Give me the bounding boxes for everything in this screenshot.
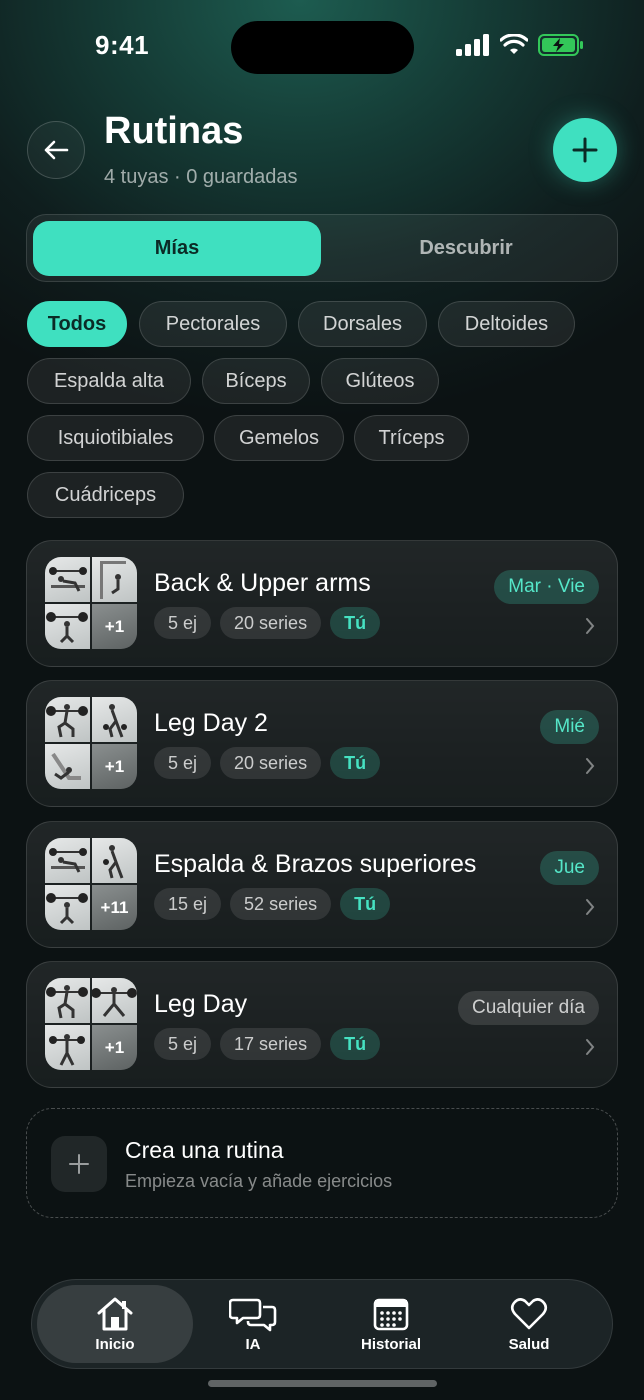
create-routine-button[interactable]: Crea una rutina Empieza vacía y añade ej… [26,1108,618,1218]
exercise-thumbnail [45,838,90,883]
chevron-right-icon [586,618,595,634]
tab-label: Historial [360,1335,421,1353]
chat-icon [229,1298,277,1331]
exercise-thumbnail [45,885,90,930]
filter-chip-todos[interactable]: Todos [27,301,127,347]
routine-card[interactable]: +11 Espalda & Brazos superiores 15 ej 52… [26,821,618,948]
routine-name: Espalda & Brazos superiores [154,850,477,878]
series-count-badge: 52 series [230,888,332,920]
tab-salud[interactable]: Salud [451,1285,607,1363]
more-exercises-count: +1 [92,744,137,789]
routine-meta: 5 ej 20 series Tú [154,607,381,639]
tab-label: Salud [508,1335,550,1353]
tab-label: IA [245,1335,261,1353]
tab-bar: Inicio IA Historial Salud [31,1279,613,1369]
battery-icon [538,34,583,56]
owner-badge: Tú [330,1028,381,1060]
owner-badge: Tú [330,607,381,639]
signal-icon [456,34,489,56]
tab-label: Inicio [95,1335,135,1353]
filter-chip-deltoides[interactable]: Deltoides [438,301,575,347]
page-subtitle: 4 tuyas · 0 guardadas [104,166,298,188]
dynamic-island [231,21,414,74]
exercise-thumbnail [45,557,90,602]
status-time: 9:41 [95,30,150,60]
filter-chip-gemelos[interactable]: Gemelos [214,415,344,461]
series-count-badge: 20 series [220,747,322,779]
create-routine-title: Crea una rutina [125,1137,284,1163]
routine-meta: 15 ej 52 series Tú [154,888,391,920]
tab-mias[interactable]: Mías [33,221,321,276]
tab-ia[interactable]: IA [175,1285,331,1363]
schedule-badge: Cualquier día [457,991,599,1025]
routine-card[interactable]: +1 Back & Upper arms 5 ej 20 series Tú M… [26,540,618,667]
exercise-count-badge: 5 ej [154,747,212,779]
exercise-thumbnail [45,1025,90,1070]
tab-historial[interactable]: Historial [313,1285,469,1363]
chevron-right-icon [586,1039,595,1055]
tab-descubrir[interactable]: Descubrir [321,221,611,276]
exercise-thumbnail [45,978,90,1023]
page-title: Rutinas [104,110,244,152]
more-exercises-count: +1 [92,1025,137,1070]
exercise-thumbnail [92,838,137,883]
exercise-thumbnail [92,978,137,1023]
schedule-badge: Jue [540,851,599,885]
exercise-thumbnail [92,697,137,742]
calendar-icon [373,1298,409,1330]
exercise-count-badge: 15 ej [154,888,222,920]
owner-badge: Tú [340,888,391,920]
exercise-thumbnails: +1 [45,697,137,789]
routine-name: Leg Day 2 [154,709,268,737]
create-routine-subtitle: Empieza vacía y añade ejercicios [125,1171,393,1191]
arrow-left-icon [44,140,69,160]
plus-icon [572,137,598,163]
status-icons [456,34,584,56]
chevron-right-icon [586,899,595,915]
add-routine-button[interactable] [553,118,617,182]
exercise-thumbnail [45,604,90,649]
wifi-icon [500,34,528,54]
exercise-thumbnails: +1 [45,978,137,1070]
filter-chip-biceps[interactable]: Bíceps [202,358,310,404]
filter-chip-dorsales[interactable]: Dorsales [298,301,427,347]
tab-inicio[interactable]: Inicio [37,1285,193,1363]
exercise-thumbnail [45,744,90,789]
exercise-thumbnails: +11 [45,838,137,930]
routine-card[interactable]: +1 Leg Day 2 5 ej 20 series Tú Mié [26,680,618,807]
series-count-badge: 17 series [220,1028,322,1060]
filter-chip-espalda-alta[interactable]: Espalda alta [27,358,191,404]
filter-chip-pectorales[interactable]: Pectorales [139,301,287,347]
plus-icon [51,1136,107,1192]
routine-card[interactable]: +1 Leg Day 5 ej 17 series Tú Cualquier d… [26,961,618,1088]
exercise-thumbnail [92,557,137,602]
more-exercises-count: +1 [92,604,137,649]
schedule-badge: Mar · Vie [494,570,599,604]
filter-chip-triceps[interactable]: Tríceps [354,415,469,461]
routine-meta: 5 ej 17 series Tú [154,1028,381,1060]
filter-chip-isquiotibiales[interactable]: Isquiotibiales [27,415,204,461]
series-count-badge: 20 series [220,607,322,639]
exercise-count-badge: 5 ej [154,1028,212,1060]
exercise-count-badge: 5 ej [154,607,212,639]
schedule-badge: Mié [540,710,599,744]
filter-chip-gluteos[interactable]: Glúteos [321,358,439,404]
back-button[interactable] [27,121,85,179]
owner-badge: Tú [330,747,381,779]
chevron-right-icon [586,758,595,774]
routine-name: Leg Day [154,990,248,1018]
routine-meta: 5 ej 20 series Tú [154,747,381,779]
heart-icon [510,1297,548,1329]
home-icon [97,1297,133,1330]
more-exercises-count: +11 [92,885,137,930]
exercise-thumbnail [45,697,90,742]
home-indicator [208,1380,437,1387]
filter-chip-cuadriceps[interactable]: Cuádriceps [27,472,184,518]
exercise-thumbnails: +1 [45,557,137,649]
routine-name: Back & Upper arms [154,569,371,597]
